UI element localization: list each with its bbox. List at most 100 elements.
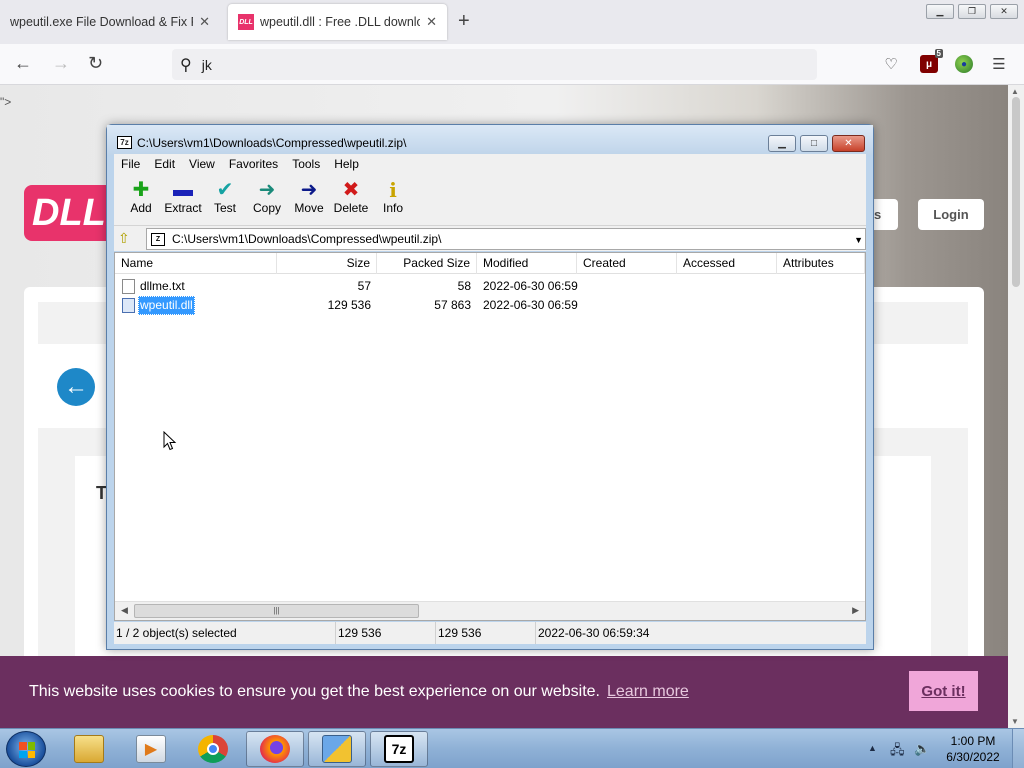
file-size: 57: [357, 279, 371, 293]
browser-restore-button[interactable]: ❐: [958, 4, 986, 19]
file-name: dllme.txt: [140, 279, 185, 293]
back-arrow-icon[interactable]: ←: [14, 53, 32, 74]
tab-close-icon[interactable]: ✕: [199, 14, 210, 30]
scroll-up-icon[interactable]: ▲: [1011, 87, 1019, 96]
status-bar: 1 / 2 object(s) selected 129 536 129 536…: [114, 622, 866, 644]
scroll-down-icon[interactable]: ▼: [1011, 717, 1019, 726]
sevenzip-minimize-button[interactable]: ▁: [768, 135, 796, 152]
page-scrollbar[interactable]: ▲ ▼: [1008, 85, 1024, 728]
back-circle-icon[interactable]: ←: [57, 368, 95, 406]
address-bar[interactable]: ⚲ jk: [172, 49, 817, 80]
add-button[interactable]: ✚ Add: [119, 179, 163, 215]
col-header-modified[interactable]: Modified: [477, 253, 577, 274]
copy-button[interactable]: ➜ Copy: [245, 179, 289, 215]
address-row: ⇧ Z C:\Users\vm1\Downloads\Compressed\wp…: [114, 226, 866, 251]
archive-path-field[interactable]: Z C:\Users\vm1\Downloads\Compressed\wpeu…: [146, 228, 866, 250]
login-button[interactable]: Login: [918, 199, 984, 230]
add-label: Add: [130, 201, 152, 215]
volume-icon[interactable]: 🔈: [914, 741, 930, 757]
menu-tools[interactable]: Tools: [285, 157, 327, 171]
folder-up-icon[interactable]: ⇧: [118, 230, 136, 247]
horizontal-scrollbar[interactable]: ◀ ||| ▶: [115, 601, 865, 620]
sevenzip-close-button[interactable]: ✕: [832, 135, 865, 152]
forward-arrow-icon[interactable]: →: [52, 53, 70, 74]
learn-more-link[interactable]: Learn more: [607, 683, 689, 701]
move-button[interactable]: ➜ Move: [287, 179, 331, 215]
browser-tab-strip: wpeutil.exe File Download & Fix For ✕ DL…: [0, 0, 1024, 44]
status-modified: 2022-06-30 06:59:34: [538, 626, 650, 640]
extract-label: Extract: [164, 201, 202, 215]
minus-icon: ▬: [173, 179, 193, 201]
menu-view[interactable]: View: [182, 157, 222, 171]
window-title: C:\Users\vm1\Downloads\Compressed\wpeuti…: [137, 136, 407, 150]
taskbar-chrome[interactable]: [184, 731, 242, 767]
move-arrow-icon: ➜: [300, 179, 318, 201]
test-button[interactable]: ✔ Test: [203, 179, 247, 215]
tab-title: wpeutil.exe File Download & Fix For: [10, 15, 194, 29]
info-label: Info: [382, 201, 403, 215]
clock-date: 6/30/2022: [946, 750, 1000, 764]
network-icon[interactable]: 🖧: [890, 741, 905, 763]
status-selection: 1 / 2 object(s) selected: [114, 622, 336, 644]
file-row-selected[interactable]: wpeutil.dll 129 536 57 863 2022-06-30 06…: [115, 296, 865, 315]
delete-x-icon: ✖: [342, 179, 360, 201]
start-button[interactable]: [6, 731, 46, 767]
mouse-cursor-icon: [163, 431, 177, 451]
copy-label: Copy: [252, 201, 281, 215]
col-header-packed-size[interactable]: Packed Size: [377, 253, 477, 274]
browser-minimize-button[interactable]: ▁: [926, 4, 954, 19]
extension-globe-icon[interactable]: ●: [955, 55, 973, 73]
extract-button[interactable]: ▬ Extract: [161, 179, 205, 215]
pocket-icon[interactable]: ♡: [882, 55, 900, 73]
menu-hamburger-icon[interactable]: ☰: [990, 55, 1008, 73]
taskbar-7zip[interactable]: 7z: [370, 731, 428, 767]
page-scroll-thumb[interactable]: [1012, 97, 1020, 287]
chevron-down-icon[interactable]: ▼: [854, 235, 863, 245]
col-header-accessed[interactable]: Accessed: [677, 253, 777, 274]
info-icon: i: [389, 178, 397, 202]
tab-close-icon[interactable]: ✕: [426, 14, 437, 30]
taskbar-firefox[interactable]: [246, 731, 304, 767]
col-header-size[interactable]: Size: [277, 253, 377, 274]
sevenzip-maximize-button[interactable]: □: [800, 135, 828, 152]
info-button[interactable]: i Info: [371, 179, 415, 215]
stray-text: ">: [0, 95, 12, 109]
firefox-icon: [260, 735, 290, 763]
tab-wpeutil-dll[interactable]: DLL wpeutil.dll : Free .DLL download ✕: [228, 4, 447, 40]
browser-close-button[interactable]: ✕: [990, 4, 1018, 19]
zip-archive-icon: Z: [151, 232, 165, 246]
search-icon: ⚲: [180, 56, 192, 74]
taskbar-explorer[interactable]: [60, 731, 118, 767]
file-row[interactable]: dllme.txt 57 58 2022-06-30 06:59: [115, 277, 865, 296]
taskbar-media-player[interactable]: ▶: [122, 731, 180, 767]
text-file-icon: [122, 279, 135, 294]
sevenzip-window: 7z C:\Users\vm1\Downloads\Compressed\wpe…: [106, 124, 874, 650]
menu-help[interactable]: Help: [327, 157, 366, 171]
ublock-origin-icon[interactable]: μ5: [920, 49, 943, 73]
reload-icon[interactable]: ↻: [88, 53, 103, 74]
col-header-name[interactable]: Name: [115, 253, 277, 274]
tab-wpeutil-exe[interactable]: wpeutil.exe File Download & Fix For ✕: [0, 4, 220, 40]
tray-expand-icon[interactable]: ▲: [868, 743, 877, 753]
col-header-attributes[interactable]: Attributes: [777, 253, 865, 274]
system-clock[interactable]: 1:00 PM 6/30/2022: [942, 733, 1004, 765]
new-tab-button[interactable]: +: [458, 10, 470, 33]
got-it-button[interactable]: Got it!: [909, 671, 978, 711]
col-header-created[interactable]: Created: [577, 253, 677, 274]
sevenzip-title-bar[interactable]: 7z C:\Users\vm1\Downloads\Compressed\wpe…: [107, 125, 873, 155]
cookie-banner: This website uses cookies to ensure you …: [0, 656, 1008, 728]
scroll-right-icon[interactable]: ▶: [852, 605, 859, 616]
taskbar-installer[interactable]: [308, 731, 366, 767]
file-size: 129 536: [327, 298, 371, 312]
menu-edit[interactable]: Edit: [147, 157, 182, 171]
windows-logo-icon: [19, 742, 35, 758]
show-desktop-button[interactable]: [1012, 729, 1024, 768]
folder-icon: [74, 735, 104, 763]
menu-favorites[interactable]: Favorites: [222, 157, 285, 171]
dll-favicon-icon: DLL: [238, 14, 254, 30]
menu-file[interactable]: File: [114, 157, 147, 171]
delete-button[interactable]: ✖ Delete: [329, 179, 373, 215]
scroll-left-icon[interactable]: ◀: [121, 605, 128, 616]
copy-arrow-icon: ➜: [258, 179, 276, 201]
horizontal-scroll-thumb[interactable]: |||: [134, 604, 419, 618]
